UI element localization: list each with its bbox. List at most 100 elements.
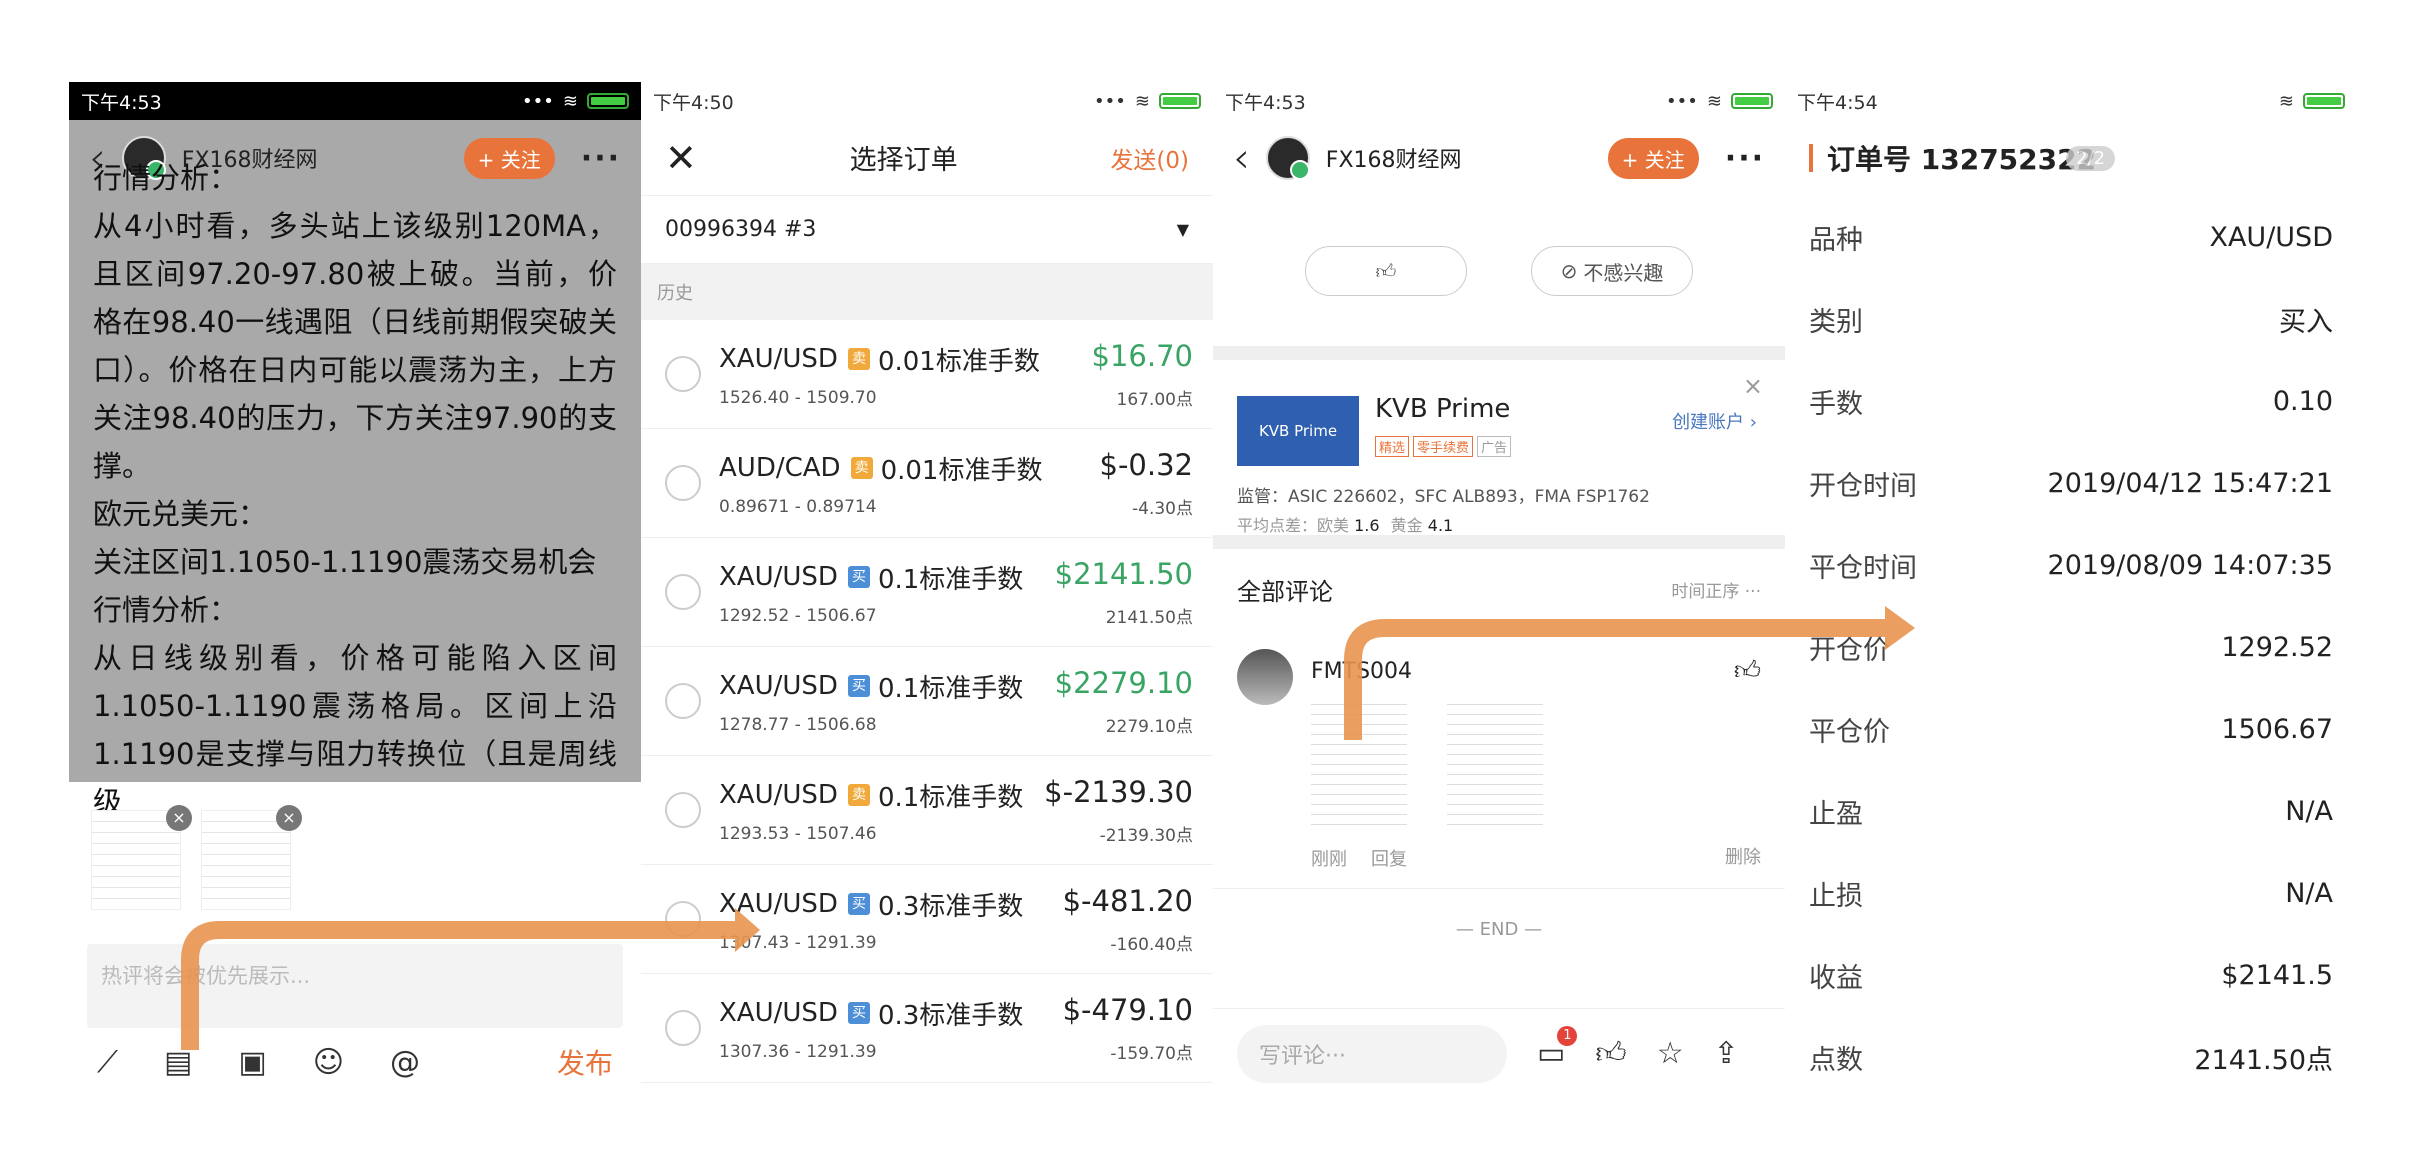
order-side-tag: 买: [847, 566, 870, 588]
detail-row: 平仓时间 2019/08/09 14:07:35: [1785, 524, 2357, 606]
title-bar: ✕ 选择订单 发送(0): [641, 120, 1213, 196]
account-select[interactable]: 00996394 #3 ▼: [641, 196, 1213, 264]
select-radio[interactable]: [665, 1010, 701, 1046]
chevron-right-icon: ›: [1749, 412, 1757, 433]
phone-order-detail: 下午4:54 ≋ 订单号 132752322 2/2 品种 XAU/USD 类别…: [1785, 82, 2357, 1098]
divider: [1213, 535, 1785, 549]
avatar[interactable]: [1265, 136, 1310, 180]
order-title: XAU/USD 买 0.1标准手数: [719, 559, 1055, 596]
attached-image[interactable]: ×: [201, 805, 302, 910]
article-line: 关注区间1.1050-1.1190震荡交易机会: [93, 545, 597, 579]
battery-icon: [1731, 93, 1773, 109]
order-row[interactable]: XAU/USD 买 0.1标准手数 1278.77 - 1506.68 $227…: [641, 647, 1213, 756]
publish-button[interactable]: 发布: [557, 1042, 613, 1082]
select-radio[interactable]: [665, 792, 701, 828]
reaction-row: 👍︎ ⊘ 不感兴趣: [1213, 196, 1785, 346]
thumb-up-icon[interactable]: 👍︎: [1595, 1036, 1626, 1072]
select-radio[interactable]: [665, 356, 701, 392]
comments-header: 全部评论 时间正序 ···: [1213, 549, 1785, 629]
end-marker: — END —: [1455, 918, 1543, 940]
order-lots: 0.3标准手数: [877, 891, 1024, 922]
order-info: XAU/USD 买 0.1标准手数 1278.77 - 1506.68: [719, 668, 1055, 735]
comment-input[interactable]: 热评将会被优先展示...: [87, 944, 623, 1028]
back-icon[interactable]: ‹: [1233, 137, 1250, 179]
order-row[interactable]: AUD/CAD 卖 0.01标准手数 0.89671 - 0.89714 $-0…: [641, 429, 1213, 538]
order-row[interactable]: XAU/USD 买 0.3标准手数 1307.36 - 1291.39 $-47…: [641, 974, 1213, 1083]
follow-button[interactable]: + 关注: [1607, 137, 1699, 179]
detail-value: N/A: [2285, 877, 2333, 909]
caret-down-icon: ▼: [1176, 220, 1189, 239]
order-side-tag: 卖: [847, 784, 870, 806]
select-radio[interactable]: [665, 574, 701, 610]
select-radio[interactable]: [665, 901, 701, 937]
share-icon[interactable]: ⇪: [1714, 1036, 1739, 1071]
remove-image-icon[interactable]: ×: [276, 805, 302, 831]
detail-value: 0.10: [2272, 385, 2333, 417]
order-result: $-2139.30 -2139.30点: [1044, 775, 1193, 846]
mention-icon[interactable]: @: [390, 1045, 420, 1080]
ad-spread: 平均点差：欧美 1.6 黄金 4.1: [1237, 512, 1453, 536]
order-row[interactable]: XAU/USD 卖 0.1标准手数 1293.53 - 1507.46 $-21…: [641, 756, 1213, 865]
detail-row: 开仓价 1292.52: [1785, 606, 2357, 688]
comment-count-badge: 1: [1557, 1026, 1578, 1046]
detail-key: 手数: [1809, 388, 1863, 420]
order-symbol: XAU/USD: [719, 562, 838, 592]
order-points: -2139.30点: [1099, 825, 1193, 846]
order-side-tag: 卖: [850, 457, 873, 479]
order-side-tag: 买: [847, 893, 870, 915]
order-result: $-0.32 -4.30点: [1100, 448, 1194, 519]
order-lots: 0.1标准手数: [877, 673, 1024, 704]
publisher-name[interactable]: FX168财经网: [1326, 142, 1592, 174]
create-account-link[interactable]: 创建账户 ›: [1672, 408, 1757, 434]
order-row[interactable]: XAU/USD 买 0.1标准手数 1292.52 - 1506.67 $214…: [641, 538, 1213, 647]
thumb-up-icon[interactable]: 👍︎: [1734, 655, 1761, 686]
comment-toolbar: ⟋ ▤ ▣ ☺ @ 发布: [97, 1042, 613, 1082]
order-amount: $2279.10: [1054, 665, 1193, 700]
sort-toggle[interactable]: 时间正序 ···: [1671, 577, 1761, 602]
status-icons: ≋: [2279, 91, 2345, 112]
remove-image-icon[interactable]: ×: [166, 805, 192, 831]
comment-image[interactable]: [1447, 695, 1543, 825]
chart-icon[interactable]: ⟋: [97, 1045, 118, 1080]
order-row[interactable]: XAU/USD 卖 0.01标准手数 1526.40 - 1509.70 $16…: [641, 320, 1213, 429]
star-icon[interactable]: ☆: [1657, 1036, 1684, 1071]
spread-gold-value: 4.1: [1427, 516, 1454, 535]
ad-card[interactable]: KVB Prime KVB Prime 精选 零手续费 广告 创建账户 › × …: [1213, 360, 1785, 535]
detail-key: 收益: [1809, 962, 1863, 994]
order-icon[interactable]: ▤: [164, 1045, 192, 1080]
not-interested-button[interactable]: ⊘ 不感兴趣: [1531, 246, 1693, 296]
order-result: $-481.20 -160.40点: [1063, 884, 1193, 955]
commenter-name[interactable]: FMTS004: [1311, 659, 1412, 684]
order-amount: $16.70: [1091, 338, 1193, 373]
comments-icon[interactable]: ▭ 1: [1537, 1026, 1578, 1071]
more-icon[interactable]: ···: [1725, 141, 1765, 176]
detail-value: 2141.50点: [2194, 1044, 2333, 1076]
order-price-range: 0.89671 - 0.89714: [719, 496, 877, 517]
select-radio[interactable]: [665, 465, 701, 501]
reply-button[interactable]: 回复: [1371, 845, 1407, 871]
detail-key: 止损: [1809, 880, 1863, 912]
attached-image[interactable]: ×: [91, 805, 192, 910]
detail-key: 点数: [1809, 1044, 1863, 1076]
close-ad-icon[interactable]: ×: [1743, 372, 1763, 400]
order-price-range: 1526.40 - 1509.70: [719, 387, 877, 408]
ban-icon: ⊘: [1560, 259, 1578, 283]
comment-image[interactable]: [1311, 695, 1407, 825]
order-detail-list: 品种 XAU/USD 类别 买入 手数 0.10 开仓时间 2019/04/12…: [1785, 196, 2357, 1098]
send-button[interactable]: 发送(0): [1110, 141, 1189, 175]
image-icon[interactable]: ▣: [238, 1045, 266, 1080]
emoji-icon[interactable]: ☺: [313, 1045, 344, 1080]
order-side-tag: 买: [847, 1002, 870, 1024]
status-bar: 下午4:54 ≋: [1785, 82, 2357, 120]
close-icon[interactable]: ✕: [665, 136, 697, 180]
phone-comments: 下午4:53 ••• ≋ ‹ FX168财经网 + 关注 ··· 👍︎ ⊘ 不感兴…: [1213, 82, 1785, 1098]
delete-button[interactable]: 删除: [1725, 843, 1761, 869]
ad-tags: 精选 零手续费 广告: [1375, 436, 1512, 457]
comment-bar: 写评论··· ▭ 1 👍︎ ☆ ⇪: [1213, 1008, 1785, 1098]
order-row[interactable]: XAU/USD 买 0.3标准手数 1307.43 - 1291.39 $-48…: [641, 865, 1213, 974]
commenter-avatar[interactable]: [1237, 649, 1293, 705]
select-radio[interactable]: [665, 683, 701, 719]
order-title: XAU/USD 卖 0.1标准手数: [719, 777, 1044, 814]
like-button[interactable]: 👍︎: [1305, 246, 1467, 296]
write-comment-input[interactable]: 写评论···: [1237, 1024, 1507, 1083]
